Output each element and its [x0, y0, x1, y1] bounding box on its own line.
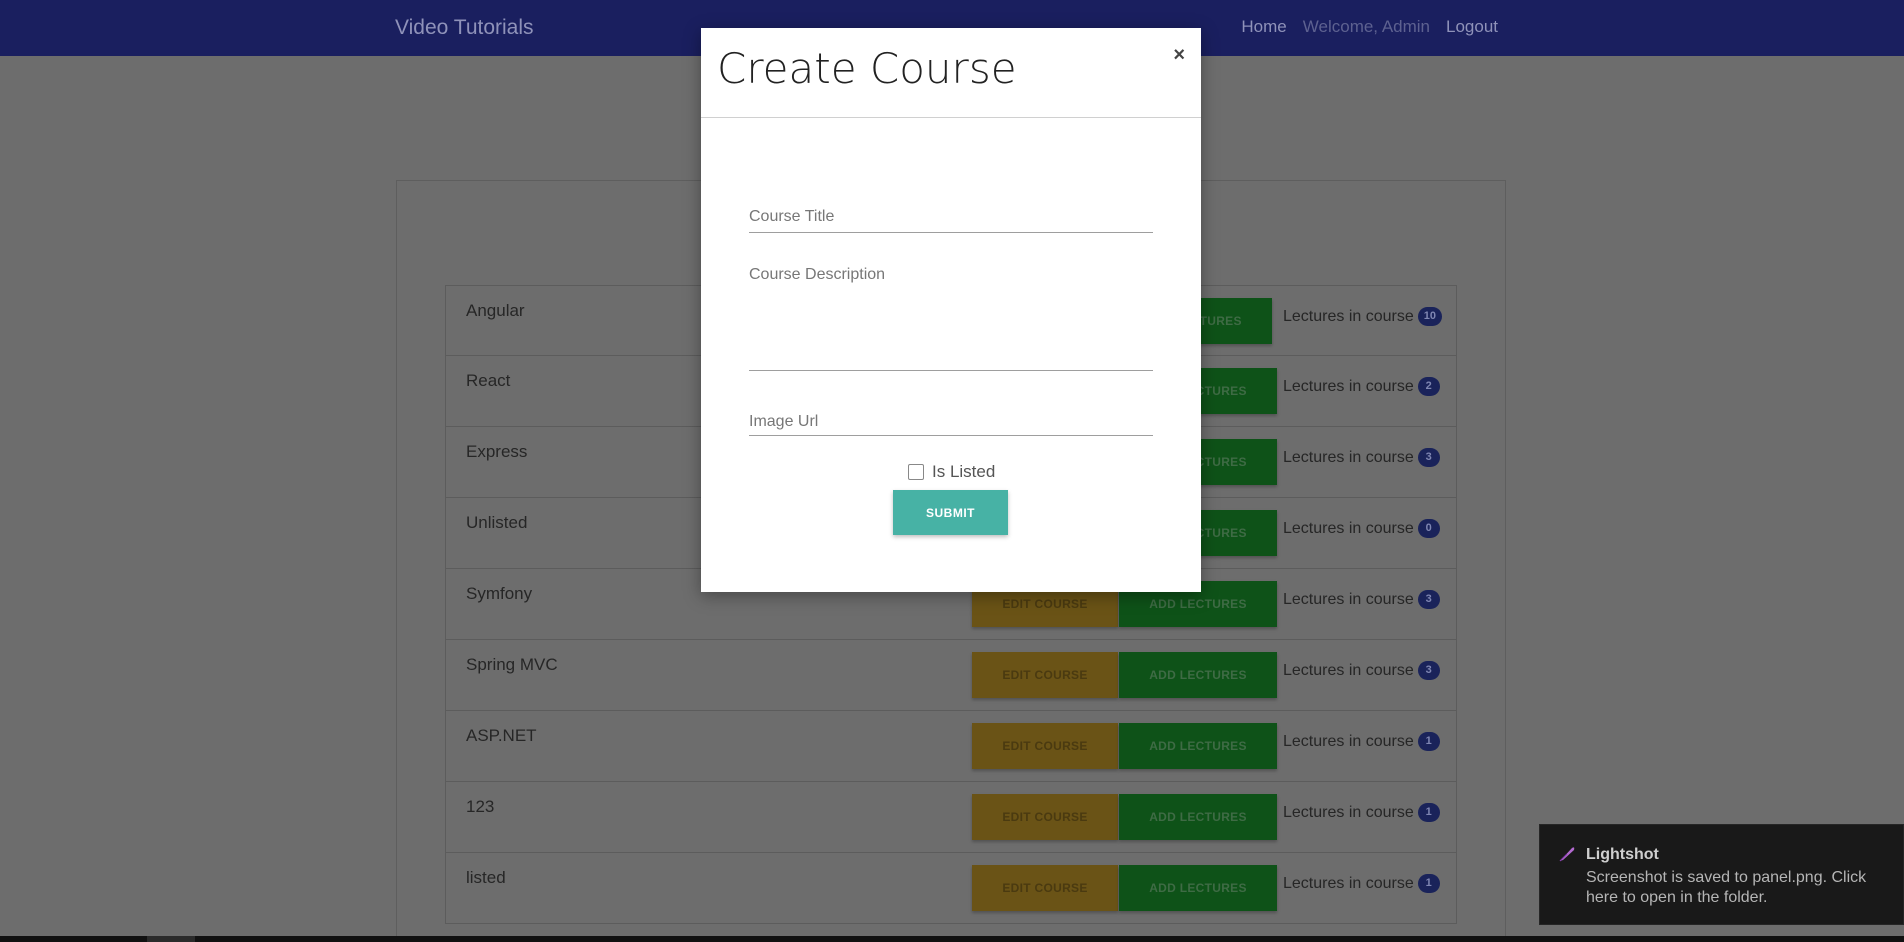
- course-row: 123 EDIT COURSE ADD LECTURES Lectures in…: [445, 782, 1457, 853]
- nav-links: Home Welcome, Admin Logout: [1241, 17, 1498, 37]
- lectures-label: Lectures in course: [1283, 590, 1414, 608]
- add-lectures-button[interactable]: ADD LECTURES: [1119, 723, 1277, 769]
- is-listed-field[interactable]: Is Listed: [908, 462, 995, 482]
- course-title-input[interactable]: [749, 201, 1153, 233]
- lectures-label: Lectures in course: [1283, 519, 1414, 537]
- course-name: Spring MVC: [466, 655, 558, 674]
- course-name: Angular: [466, 301, 525, 320]
- course-name: listed: [466, 868, 506, 887]
- edit-course-button[interactable]: EDIT COURSE: [972, 865, 1118, 911]
- add-lectures-button[interactable]: ADD LECTURES: [1119, 865, 1277, 911]
- taskbar-tab[interactable]: [147, 936, 195, 942]
- course-name: React: [466, 371, 511, 390]
- image-url-input[interactable]: [749, 408, 1153, 436]
- lectures-label: Lectures in course: [1283, 661, 1414, 679]
- modal-header: Create Course ×: [701, 28, 1201, 118]
- add-lectures-button[interactable]: ADD LECTURES: [1119, 794, 1277, 840]
- nav-logout-link[interactable]: Logout: [1446, 17, 1498, 37]
- modal-title: Create Course: [717, 44, 1017, 93]
- add-lectures-button[interactable]: ADD LECTURES: [1119, 652, 1277, 698]
- welcome-text: Welcome, Admin: [1302, 17, 1430, 36]
- lectures-label: Lectures in course: [1283, 448, 1414, 466]
- lectures-count: Lectures in course 10: [1283, 307, 1442, 326]
- lectures-badge: 3: [1417, 590, 1440, 609]
- lectures-count: Lectures in course 0: [1283, 519, 1440, 538]
- nav-home-link[interactable]: Home: [1241, 17, 1286, 37]
- lectures-count: Lectures in course 1: [1283, 732, 1440, 751]
- lectures-count: Lectures in course 1: [1283, 803, 1440, 822]
- edit-course-button[interactable]: EDIT COURSE: [972, 652, 1118, 698]
- lectures-badge: 2: [1417, 377, 1440, 396]
- lectures-label: Lectures in course: [1283, 732, 1414, 750]
- lectures-count: Lectures in course 3: [1283, 590, 1440, 609]
- lectures-badge: 10: [1417, 307, 1442, 326]
- lectures-badge: 3: [1417, 448, 1440, 467]
- taskbar-strip: [0, 936, 1904, 942]
- lectures-label: Lectures in course: [1283, 307, 1414, 325]
- is-listed-checkbox[interactable]: [908, 464, 924, 480]
- lectures-label: Lectures in course: [1283, 803, 1414, 821]
- course-name: ASP.NET: [466, 726, 537, 745]
- lectures-badge: 1: [1417, 874, 1440, 893]
- lectures-label: Lectures in course: [1283, 377, 1414, 395]
- create-course-modal: Create Course × Is Listed SUBMIT: [701, 28, 1201, 592]
- lectures-count: Lectures in course 3: [1283, 448, 1440, 467]
- edit-course-button[interactable]: EDIT COURSE: [972, 794, 1118, 840]
- course-description-input[interactable]: [749, 263, 1153, 371]
- lectures-badge: 0: [1417, 519, 1440, 538]
- toast-message[interactable]: Screenshot is saved to panel.png. Click …: [1586, 868, 1876, 908]
- lectures-badge: 1: [1417, 732, 1440, 751]
- course-row: ASP.NET EDIT COURSE ADD LECTURES Lecture…: [445, 711, 1457, 782]
- course-row: listed EDIT COURSE ADD LECTURES Lectures…: [445, 853, 1457, 924]
- submit-button[interactable]: SUBMIT: [893, 490, 1008, 535]
- course-name: Unlisted: [466, 513, 528, 532]
- close-icon[interactable]: ×: [1173, 44, 1185, 67]
- lightshot-notification[interactable]: Lightshot Screenshot is saved to panel.p…: [1539, 824, 1904, 925]
- brand-link[interactable]: Video Tutorials: [395, 16, 534, 40]
- course-name: Express: [466, 442, 528, 461]
- course-row: Spring MVC EDIT COURSE ADD LECTURES Lect…: [445, 640, 1457, 711]
- lectures-count: Lectures in course 3: [1283, 661, 1440, 680]
- course-name: Symfony: [466, 584, 533, 603]
- edit-course-button[interactable]: EDIT COURSE: [972, 723, 1118, 769]
- is-listed-label: Is Listed: [932, 462, 996, 481]
- feather-icon: [1559, 847, 1575, 862]
- lectures-count: Lectures in course 1: [1283, 874, 1440, 893]
- course-name: 123: [466, 797, 495, 816]
- lectures-label: Lectures in course: [1283, 874, 1414, 892]
- lectures-badge: 1: [1417, 803, 1440, 822]
- lectures-count: Lectures in course 2: [1283, 377, 1440, 396]
- toast-title: Lightshot: [1586, 846, 1659, 863]
- lectures-badge: 3: [1417, 661, 1440, 680]
